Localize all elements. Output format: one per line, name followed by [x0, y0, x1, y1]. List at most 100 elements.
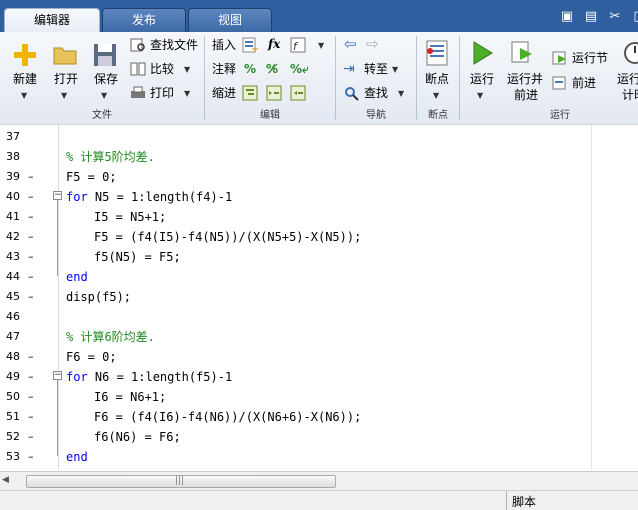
code-text: end [66, 267, 88, 287]
run-advance-label-line1[interactable]: 运行并 [507, 71, 543, 87]
smart-indent-icon[interactable] [242, 85, 258, 101]
code-line[interactable]: 51– F6 = (f4(I6)-f4(N6))/(X(N6+6)-X(N6)); [0, 407, 638, 427]
code-token: N5 = 1:length(f4)-1 [87, 190, 233, 204]
run-dropdown-icon[interactable]: ▼ [477, 92, 483, 100]
comment-icon[interactable]: % [244, 61, 256, 77]
open-dropdown-icon[interactable]: ▼ [61, 92, 67, 100]
save-dropdown-icon[interactable]: ▼ [101, 92, 107, 100]
line-number: 45 [6, 290, 20, 303]
line-number: 40 [6, 190, 20, 203]
run-advance-icon [511, 41, 532, 63]
code-fold-toggle-icon[interactable]: − [53, 371, 62, 380]
line-number: 37 [6, 130, 20, 143]
run-section-button[interactable]: 运行节 [572, 50, 608, 66]
code-fold-toggle-icon[interactable]: − [53, 191, 62, 200]
print-dropdown-icon[interactable]: ▼ [184, 90, 190, 98]
run-time-clock-icon [624, 42, 638, 64]
scroll-left-arrow-icon[interactable]: ◀ [2, 475, 9, 485]
code-comment: % 计算6阶均差. [66, 330, 155, 344]
code-line[interactable]: 40– for N5 = 1:length(f4)-1 [0, 187, 638, 207]
executable-line-marker[interactable]: – [28, 347, 36, 367]
code-line[interactable]: 42– F5 = (f4(I5)-f4(N5))/(X(N5+5)-X(N5)); [0, 227, 638, 247]
compare-button[interactable]: 比较 [150, 61, 174, 77]
code-text: for N5 = 1:length(f4)-1 [66, 187, 232, 207]
executable-line-marker[interactable]: – [28, 207, 36, 227]
group-separator [459, 36, 460, 120]
executable-line-marker[interactable]: – [28, 387, 36, 407]
run-time-label-line2[interactable]: 计时 [622, 87, 638, 103]
find-file-button[interactable]: 查找文件 [150, 37, 198, 53]
code-line[interactable]: 41– I5 = N5+1; [0, 207, 638, 227]
code-token: f6(N6) = F6; [94, 430, 181, 444]
find-dropdown-icon[interactable]: ▼ [398, 90, 404, 98]
insert-section-icon[interactable]: + [242, 37, 258, 53]
scrollbar-thumb[interactable]: ||| [26, 475, 336, 488]
save-button[interactable]: 保存 [94, 71, 118, 87]
wrap-comment-icon[interactable]: %⤶ [290, 61, 309, 77]
executable-line-marker[interactable]: – [28, 247, 36, 267]
insert-dropdown-icon[interactable]: ▼ [318, 42, 324, 50]
code-line[interactable]: 53– end [0, 447, 638, 467]
code-line[interactable]: 47 % 计算6阶均差. [0, 327, 638, 347]
executable-line-marker[interactable]: – [28, 367, 36, 387]
run-button[interactable]: 运行 [470, 71, 494, 87]
code-line[interactable]: 39– F5 = 0; [0, 167, 638, 187]
breakpoints-group-label: 断点 [428, 110, 448, 121]
code-line[interactable]: 52– f6(N6) = F6; [0, 427, 638, 447]
executable-line-marker[interactable]: – [28, 267, 36, 287]
breakpoints-dropdown-icon[interactable]: ▼ [433, 92, 439, 100]
back-arrow-icon[interactable]: ⇦ [344, 36, 357, 52]
code-line[interactable]: 50– I6 = N6+1; [0, 387, 638, 407]
executable-line-marker[interactable]: – [28, 167, 36, 187]
line-number: 50 [6, 390, 20, 403]
scrollbar-grip-icon: ||| [175, 476, 185, 486]
advance-button[interactable]: 前进 [572, 75, 596, 91]
save-quick-icon[interactable]: ▤ [582, 8, 600, 26]
open-button[interactable]: 打开 [54, 71, 78, 87]
horizontal-scrollbar[interactable]: ◀ ||| [0, 471, 638, 490]
insert-function-icon[interactable]: f [290, 37, 306, 53]
tab-view[interactable]: 视图 [188, 8, 272, 32]
line-number: 43 [6, 250, 20, 263]
code-line[interactable]: 38 % 计算5阶均差. [0, 147, 638, 167]
new-button[interactable]: 新建 [13, 71, 37, 87]
dock-icon[interactable]: ▣ [558, 8, 576, 26]
print-button[interactable]: 打印 [150, 85, 174, 101]
run-time-label-line1[interactable]: 运行 [617, 71, 638, 87]
code-token: F6 = 0; [66, 350, 117, 364]
forward-arrow-icon[interactable]: ⇨ [366, 36, 379, 52]
code-line[interactable]: 45– disp(f5); [0, 287, 638, 307]
executable-line-marker[interactable]: – [28, 407, 36, 427]
new-dropdown-icon[interactable]: ▼ [21, 92, 27, 100]
code-editor[interactable]: 37 38% 计算5阶均差. 39– F5 = 0; 40– for N5 = 1:len… [0, 124, 638, 470]
executable-line-marker[interactable]: – [28, 427, 36, 447]
cut-quick-icon[interactable]: ✂ [606, 8, 624, 26]
navigate-group-label: 导航 [366, 110, 386, 121]
compare-dropdown-icon[interactable]: ▼ [184, 66, 190, 74]
executable-line-marker[interactable]: – [28, 287, 36, 307]
code-line[interactable]: 49– for N6 = 1:length(f5)-1 [0, 367, 638, 387]
group-separator [416, 36, 417, 120]
save-disk-icon [94, 44, 116, 66]
code-line[interactable]: 48– F6 = 0; [0, 347, 638, 367]
tab-editor[interactable]: 编辑器 [4, 8, 100, 32]
find-button[interactable]: 查找 [364, 85, 388, 101]
uncomment-icon[interactable]: %̸ [266, 61, 278, 77]
code-token: F5 = 0; [66, 170, 117, 184]
copy-quick-icon[interactable]: ▯ [628, 8, 638, 26]
goto-dropdown-icon[interactable]: ▼ [392, 66, 398, 74]
increase-indent-icon[interactable] [266, 85, 282, 101]
decrease-indent-icon[interactable] [290, 85, 306, 101]
code-line[interactable]: 46 [0, 307, 638, 327]
goto-button[interactable]: 转至 [364, 61, 388, 77]
breakpoints-button[interactable]: 断点 [425, 71, 449, 87]
executable-line-marker[interactable]: – [28, 187, 36, 207]
code-line[interactable]: 44– end [0, 267, 638, 287]
fx-button[interactable]: fx [268, 36, 280, 52]
run-advance-label-line2[interactable]: 前进 [514, 87, 538, 103]
tab-publish[interactable]: 发布 [102, 8, 186, 32]
executable-line-marker[interactable]: – [28, 227, 36, 247]
code-line[interactable]: 37 [0, 127, 638, 147]
executable-line-marker[interactable]: – [28, 447, 36, 467]
code-line[interactable]: 43– f5(N5) = F5; [0, 247, 638, 267]
